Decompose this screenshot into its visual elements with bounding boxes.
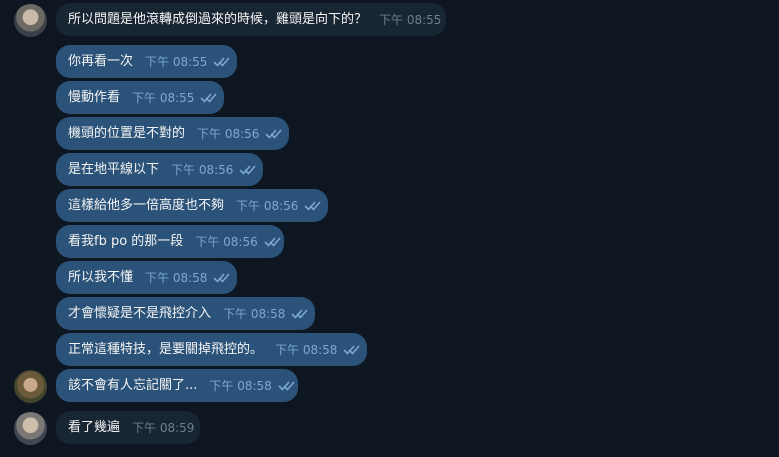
double-check-icon: [291, 308, 309, 319]
message-time: 下午 08:55: [145, 54, 208, 69]
message-time: 下午 08:56: [195, 234, 258, 249]
message-text: 這樣給他多一倍高度也不夠: [68, 198, 225, 213]
message-text: 機頭的位置是不對的: [68, 126, 186, 141]
message-bubble[interactable]: 該不會有人忘記關了... 下午 08:58: [56, 369, 298, 402]
message-bubble[interactable]: 機頭的位置是不對的 下午 08:56: [56, 117, 289, 150]
double-check-icon: [278, 380, 296, 391]
message-time: 下午 08:58: [275, 342, 338, 357]
double-check-icon: [304, 200, 322, 211]
chat-history: 所以問題是他滾轉成倒過來的時候，雞頭是向下的？ 下午 08:55 你再看一次 下…: [0, 0, 779, 457]
message-bubble[interactable]: 這樣給他多一倍高度也不夠 下午 08:56: [56, 189, 328, 222]
message-time: 下午 08:55: [379, 12, 442, 27]
double-check-icon: [343, 344, 361, 355]
message-text: 看了幾遍: [68, 420, 121, 435]
message-text: 所以我不懂: [68, 270, 134, 285]
message-time: 下午 08:55: [132, 90, 195, 105]
message-text: 所以問題是他滾轉成倒過來的時候，雞頭是向下的？: [68, 12, 368, 27]
message-bubble[interactable]: 才會懷疑是不是飛控介入 下午 08:58: [56, 297, 315, 330]
message-bubble[interactable]: 看我fb po 的那一段 下午 08:56: [56, 225, 284, 258]
double-check-icon: [213, 272, 231, 283]
message-time: 下午 08:56: [197, 126, 260, 141]
double-check-icon: [265, 128, 283, 139]
message-text: 正常這種特技，是要關掉飛控的。: [68, 342, 264, 357]
message-bubble[interactable]: 看了幾遍 下午 08:59: [56, 411, 200, 444]
message-text: 才會懷疑是不是飛控介入: [68, 306, 212, 321]
message-time: 下午 08:56: [171, 162, 234, 177]
message-bubble[interactable]: 是在地平線以下 下午 08:56: [56, 153, 263, 186]
double-check-icon: [213, 56, 231, 67]
message-text: 是在地平線以下: [68, 162, 160, 177]
message-text: 看我fb po 的那一段: [68, 234, 184, 249]
message-bubble[interactable]: 正常這種特技，是要關掉飛控的。 下午 08:58: [56, 333, 367, 366]
double-check-icon: [264, 236, 282, 247]
message-time: 下午 08:56: [236, 198, 299, 213]
avatar[interactable]: [14, 370, 47, 403]
message-time: 下午 08:59: [132, 420, 195, 435]
message-time: 下午 08:58: [145, 270, 208, 285]
double-check-icon: [239, 164, 257, 175]
message-text: 你再看一次: [68, 54, 134, 69]
message-time: 下午 08:58: [209, 378, 272, 393]
message-text: 慢動作看: [68, 90, 121, 105]
message-bubble[interactable]: 所以問題是他滾轉成倒過來的時候，雞頭是向下的？ 下午 08:55: [56, 3, 446, 36]
message-bubble[interactable]: 你再看一次 下午 08:55: [56, 45, 237, 78]
avatar[interactable]: [14, 4, 47, 37]
avatar[interactable]: [14, 412, 47, 445]
message-time: 下午 08:58: [223, 306, 286, 321]
message-bubble[interactable]: 慢動作看 下午 08:55: [56, 81, 224, 114]
message-bubble[interactable]: 所以我不懂 下午 08:58: [56, 261, 237, 294]
double-check-icon: [200, 92, 218, 103]
message-text: 該不會有人忘記關了...: [68, 378, 198, 393]
